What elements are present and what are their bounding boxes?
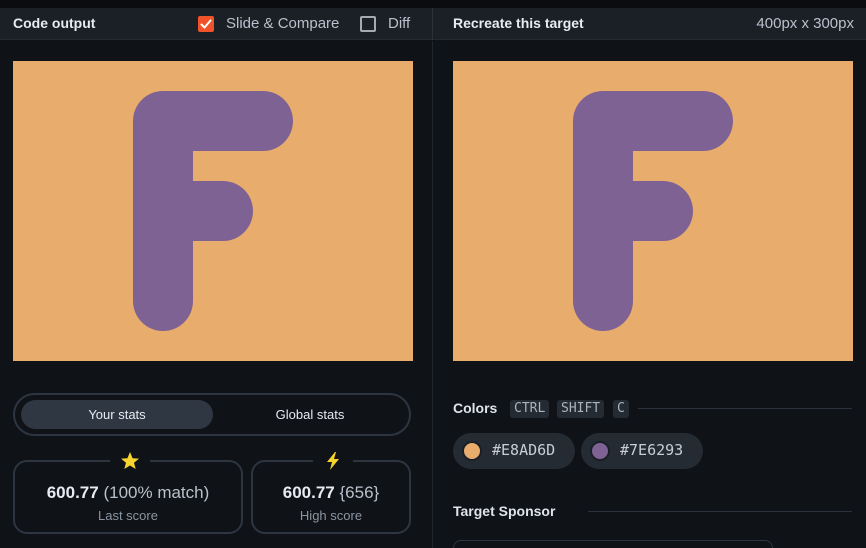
slide-compare-checkbox[interactable] [198,16,214,32]
shortcut-key-ctrl: CTRL [510,400,550,418]
target-canvas [453,61,853,361]
recreate-target-title: Recreate this target [453,15,584,31]
tab-your-stats[interactable]: Your stats [21,400,213,429]
checkmark-icon [200,19,212,29]
shortcut-key-shift: SHIFT [557,400,605,418]
colors-title: Colors [453,400,498,416]
top-edge [0,0,866,8]
high-score-number: 600.77 [282,483,335,502]
code-output-canvas[interactable] [13,61,413,361]
swatch-hex-2: #7E6293 [620,441,684,459]
last-score-label: Last score [98,508,158,523]
high-score-card: 600.77 {656} High score [251,450,411,534]
last-score-card: 600.77 (100% match) Last score [13,450,243,534]
high-score-detail: {656} [339,483,380,502]
header-divider [432,8,433,40]
shortcut-key-c: C [613,400,629,418]
sponsor-card[interactable] [453,540,773,548]
target-size-label: 400px x 300px [756,15,854,32]
code-output-title: Code output [13,15,96,31]
sponsor-rule [588,511,852,512]
high-score-label: High score [299,508,363,523]
color-swatch-1[interactable]: #E8AD6D [453,433,575,469]
sponsor-title: Target Sponsor [453,503,556,519]
slide-compare-label[interactable]: Slide & Compare [226,15,339,32]
last-score-value: 600.77 (100% match) [15,483,241,503]
tab-global-stats[interactable]: Global stats [215,400,405,429]
colors-rule [638,408,852,409]
star-icon-wrap [110,450,150,472]
swatch-dot-1 [462,441,482,461]
last-score-number: 600.77 [46,483,99,502]
diff-checkbox[interactable] [360,16,376,32]
last-score-match: (100% match) [103,483,210,502]
lightning-icon [327,452,339,470]
star-icon [121,452,139,469]
diff-label[interactable]: Diff [388,15,410,32]
lightning-icon-wrap [313,450,353,472]
target-letter-f-graphic [573,91,733,331]
letter-f-graphic [133,91,293,331]
header-bar: Code output Slide & Compare Diff Recreat… [0,8,866,40]
app-window: Code output Slide & Compare Diff Recreat… [0,0,866,548]
panel-divider [432,41,433,548]
swatch-dot-2 [590,441,610,461]
swatch-hex-1: #E8AD6D [492,441,556,459]
high-score-value: 600.77 {656} [253,483,409,503]
stats-toggle: Your stats Global stats [13,393,411,436]
color-swatch-2[interactable]: #7E6293 [581,433,703,469]
